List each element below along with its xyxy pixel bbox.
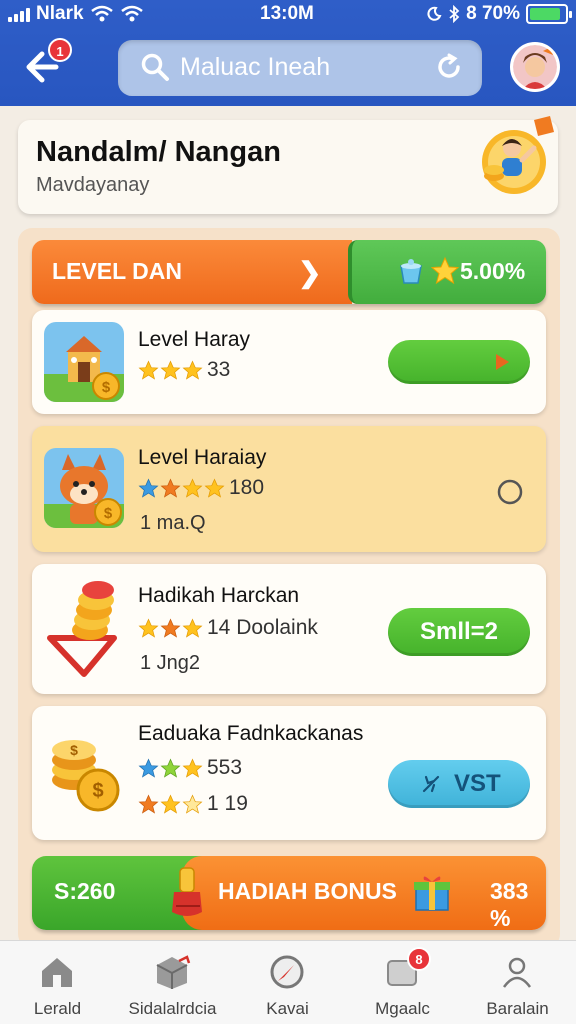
nav-label: Mgaalc: [375, 999, 430, 1018]
status-bar: Nlark 13:0M 8 70%: [0, 0, 576, 30]
avatar[interactable]: [510, 42, 560, 92]
gift-icon: [414, 876, 450, 911]
star-icon: [430, 256, 460, 285]
level-card-1[interactable]: $ Level Haray 33: [32, 310, 546, 414]
level-thumbnail-1: $: [44, 322, 124, 402]
svg-text:$: $: [92, 780, 103, 802]
level-rating-4b: 1 19: [138, 792, 248, 816]
level-percent: 5.00%: [460, 258, 526, 284]
profile-subtitle: Mavdayanay: [36, 174, 150, 196]
bonus-left-value: S:260: [54, 878, 116, 904]
user-avatar-icon: [513, 45, 557, 89]
battery-percent: 8 70%: [466, 3, 520, 24]
house-icon: $: [44, 322, 124, 402]
cup-icon: [400, 259, 422, 284]
level-card-2[interactable]: $ Level Haraiay 180 1 ma.Q: [32, 426, 546, 552]
level-title-2: Level Haraiay: [138, 446, 267, 469]
nav-badge: 8: [407, 947, 431, 971]
nav-item-home[interactable]: Lerald: [0, 941, 115, 1024]
wifi-icon-secondary: [120, 5, 143, 22]
level-rating-2: 180: [138, 476, 264, 500]
chevron-right-icon: ❯: [298, 257, 322, 288]
rating-value-secondary: 1 19: [207, 792, 248, 815]
sparkle-icon: [422, 775, 440, 793]
refresh-icon[interactable]: [434, 52, 464, 82]
coins-icon: $ $: [52, 740, 120, 812]
rating-stars-icon: [138, 618, 203, 639]
level-thumbnail-2: $: [44, 448, 124, 528]
nav-item-play[interactable]: Kavai: [230, 941, 345, 1024]
level-card-4[interactable]: $ $ Eaduaka Fadnkackanas 553 1 19 VST: [32, 706, 546, 840]
nav-label: Baralain: [486, 999, 549, 1018]
clock: 13:0M: [260, 3, 314, 24]
svg-text:$: $: [104, 505, 113, 522]
claim-button[interactable]: Smll=2: [388, 608, 530, 656]
rating-value: 553: [207, 756, 243, 779]
bottom-navigation: Lerald Sidalalrdcia Kavai 8 Mgaalc Baral…: [0, 940, 576, 1024]
rating-value: 14 Doolaink: [207, 616, 318, 639]
search-input[interactable]: Maluac Ineah: [180, 53, 330, 82]
level-rating-3: 14 Doolaink: [138, 616, 318, 640]
nav-label: Lerald: [33, 999, 82, 1018]
level-title-1: Level Haray: [138, 328, 251, 351]
visit-button[interactable]: VST: [388, 760, 530, 808]
level-subtext-3: 1 Jng2: [140, 652, 201, 674]
rating-stars-icon: [138, 360, 203, 381]
carrier-name: Nlark: [36, 3, 84, 24]
box-icon: [156, 955, 191, 989]
app-header: Nlark 13:0M 8 70% 1 Maluac Ineah: [0, 0, 576, 106]
play-button[interactable]: [388, 340, 530, 384]
search-icon: [141, 53, 169, 81]
signal-icon: [8, 6, 30, 22]
notification-badge: 1: [48, 38, 72, 62]
nav-item-profile[interactable]: Baralain: [460, 941, 575, 1024]
radio-circle-icon[interactable]: [496, 478, 524, 506]
bonus-label: HADIAH BONUS: [218, 878, 397, 904]
nav-label: Sidalalrdcia: [128, 999, 217, 1018]
bluetooth-icon: [449, 5, 460, 23]
level-rating-1: 33: [138, 358, 230, 382]
wifi-icon: [90, 5, 113, 22]
coin-stack-icon: [47, 581, 117, 677]
level-card-3[interactable]: Hadikah Harckan 14 Doolaink 1 Jng2 Smll=…: [32, 564, 546, 694]
nav-item-shop[interactable]: Sidalalrdcia: [115, 941, 230, 1024]
profile-name: Nandalm/ Nangan: [36, 136, 281, 168]
rating-stars-icon: [138, 478, 225, 499]
level-rating-4: 553: [138, 756, 242, 780]
battery-icon: [526, 4, 572, 24]
level-subtext-2: 1 ma.Q: [140, 512, 206, 534]
character-trophy-icon: [482, 116, 554, 194]
visit-label: VST: [454, 770, 501, 797]
moon-icon: [427, 6, 442, 21]
nav-label: Kavai: [266, 999, 309, 1018]
svg-text:$: $: [102, 379, 111, 396]
rating-stars-icon: [138, 758, 203, 779]
fox-icon: $: [44, 448, 124, 528]
user-icon: [502, 957, 532, 988]
profile-card[interactable]: Nandalm/ Nangan Mavdayanay: [18, 116, 558, 214]
level-progress-bar[interactable]: LEVEL DAN ❯ 5.00%: [32, 240, 546, 304]
brush-icon: [172, 867, 202, 916]
nav-item-messages[interactable]: 8 Mgaalc: [345, 941, 460, 1024]
level-title-4: Eaduaka Fadnkackanas: [138, 722, 364, 745]
rating-stars-icon: [138, 794, 203, 815]
rating-value: 33: [207, 358, 231, 381]
svg-text:$: $: [70, 742, 78, 758]
level-label: LEVEL DAN: [52, 258, 182, 284]
bonus-bar[interactable]: S:260 HADIAH BONUS 383 %: [32, 856, 546, 930]
search-bar[interactable]: Maluac Ineah: [118, 40, 482, 96]
rating-value: 180: [229, 476, 265, 499]
play-icon: [496, 354, 509, 370]
compass-icon: [270, 955, 304, 989]
level-title-3: Hadikah Harckan: [138, 584, 300, 607]
bonus-right-value: 383 %: [490, 878, 529, 930]
home-icon: [42, 958, 72, 987]
